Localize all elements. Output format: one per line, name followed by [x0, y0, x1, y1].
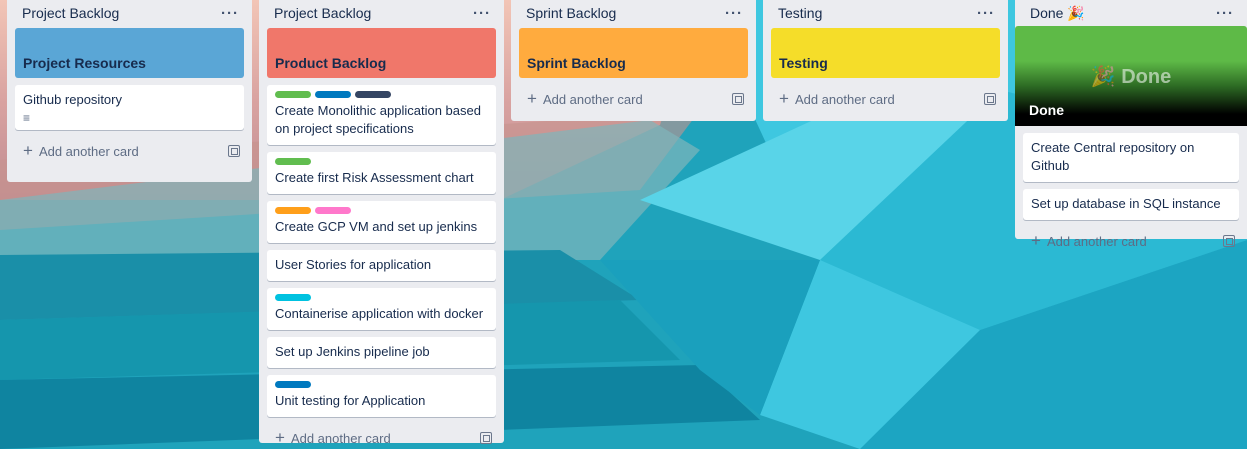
description-icon: ≡ — [23, 111, 31, 125]
card-create-monolithic-application[interactable]: Create Monolithic application based on p… — [267, 85, 496, 145]
card-title: Create first Risk Assessment chart — [275, 170, 474, 185]
card-title: Create Central repository on Github — [1031, 140, 1195, 173]
list-title[interactable]: Done 🎉 — [1030, 5, 1085, 22]
plus-icon: + — [23, 141, 33, 160]
add-card-label: Add another card — [542, 91, 643, 107]
list-menu-icon[interactable]: ··· — [977, 5, 998, 22]
add-card-row: + Add another card — [1023, 227, 1239, 255]
label-sky[interactable] — [275, 294, 311, 301]
add-card-label: Add another card — [1046, 233, 1147, 249]
label-blue[interactable] — [315, 91, 351, 98]
label-pink[interactable] — [315, 207, 351, 214]
list-menu-icon[interactable]: ··· — [473, 5, 494, 22]
list-project-backlog-2: Project Backlog ··· Product Backlog Crea… — [259, 0, 504, 446]
card-title: Testing — [779, 55, 828, 71]
add-card-button[interactable]: + Add another card — [275, 428, 391, 447]
label-blue[interactable] — [275, 381, 311, 388]
card-template-icon[interactable] — [984, 93, 996, 105]
card-title: Project Resources — [23, 55, 146, 71]
list-title[interactable]: Sprint Backlog — [526, 5, 616, 21]
card-product-backlog[interactable]: Product Backlog — [267, 28, 496, 78]
list-header: Done 🎉 ··· — [1023, 0, 1239, 28]
list-menu-icon[interactable]: ··· — [221, 5, 242, 22]
cover-image-text: 🎉 Done — [1090, 66, 1172, 88]
card-labels — [275, 294, 488, 301]
add-card-label: Add another card — [38, 143, 139, 159]
add-card-label: Add another card — [290, 430, 391, 446]
list-header: Project Backlog ··· — [15, 0, 244, 28]
card-title: Create GCP VM and set up jenkins — [275, 219, 478, 234]
card-labels — [275, 158, 488, 165]
label-orange[interactable] — [275, 207, 311, 214]
plus-icon: + — [527, 89, 537, 108]
add-card-button[interactable]: + Add another card — [23, 141, 139, 160]
add-card-row: + Add another card — [771, 85, 1000, 113]
card-title: Set up Jenkins pipeline job — [275, 344, 430, 359]
plus-icon: + — [275, 428, 285, 447]
board: Project Backlog ··· Project Resources Gi… — [0, 0, 1247, 449]
list-title[interactable]: Project Backlog — [274, 5, 371, 21]
list-done: Done 🎉 ··· 🎉 Done Done Create Central re… — [1015, 0, 1247, 249]
add-card-button[interactable]: + Add another card — [1031, 231, 1147, 250]
card-testing[interactable]: Testing — [771, 28, 1000, 78]
card-containerise-docker[interactable]: Containerise application with docker — [267, 288, 496, 330]
list-menu-icon[interactable]: ··· — [725, 5, 746, 22]
list-menu-icon[interactable]: ··· — [1216, 5, 1237, 22]
card-title: Product Backlog — [275, 55, 387, 71]
card-done-cover-image[interactable]: 🎉 Done Done — [1015, 26, 1247, 126]
card-template-icon[interactable] — [228, 145, 240, 157]
card-sql-database[interactable]: Set up database in SQL instance — [1023, 189, 1239, 220]
label-green[interactable] — [275, 91, 311, 98]
card-template-icon[interactable] — [732, 93, 744, 105]
list-header: Testing ··· — [771, 0, 1000, 28]
add-card-button[interactable]: + Add another card — [527, 89, 643, 108]
add-card-row: + Add another card — [15, 137, 244, 165]
card-title: Unit testing for Application — [275, 393, 426, 408]
list-title[interactable]: Project Backlog — [22, 5, 119, 21]
list-header: Project Backlog ··· — [267, 0, 496, 28]
card-title: Containerise application with docker — [275, 306, 484, 321]
card-title: User Stories for application — [275, 257, 432, 272]
card-gcp-vm-jenkins[interactable]: Create GCP VM and set up jenkins — [267, 201, 496, 243]
card-labels — [275, 381, 488, 388]
card-jenkins-pipeline[interactable]: Set up Jenkins pipeline job — [267, 337, 496, 368]
card-title: Github repository — [23, 92, 122, 107]
card-labels — [275, 207, 488, 214]
add-card-row: + Add another card — [267, 424, 496, 449]
card-risk-assessment-chart[interactable]: Create first Risk Assessment chart — [267, 152, 496, 194]
card-github-repository[interactable]: Github repository ≡ — [15, 85, 244, 130]
plus-icon: + — [779, 89, 789, 108]
list-sprint-backlog: Sprint Backlog ··· Sprint Backlog + Add … — [511, 0, 756, 121]
add-card-row: + Add another card — [519, 85, 748, 113]
card-central-repository[interactable]: Create Central repository on Github — [1023, 133, 1239, 182]
card-title: Set up database in SQL instance — [1031, 196, 1221, 211]
card-unit-testing[interactable]: Unit testing for Application — [267, 375, 496, 417]
card-title: Done — [1029, 102, 1064, 118]
card-sprint-backlog[interactable]: Sprint Backlog — [519, 28, 748, 78]
card-user-stories[interactable]: User Stories for application — [267, 250, 496, 281]
plus-icon: + — [1031, 231, 1041, 250]
label-black[interactable] — [355, 91, 391, 98]
card-title: Create Monolithic application based on p… — [275, 103, 481, 136]
label-green[interactable] — [275, 158, 311, 165]
list-project-backlog-1: Project Backlog ··· Project Resources Gi… — [7, 0, 252, 182]
add-card-label: Add another card — [794, 91, 895, 107]
list-testing: Testing ··· Testing + Add another card — [763, 0, 1008, 121]
card-project-resources[interactable]: Project Resources — [15, 28, 244, 78]
card-title: Sprint Backlog — [527, 55, 626, 71]
card-template-icon[interactable] — [1223, 235, 1235, 247]
card-template-icon[interactable] — [480, 432, 492, 444]
card-labels — [275, 91, 488, 98]
add-card-button[interactable]: + Add another card — [779, 89, 895, 108]
list-title[interactable]: Testing — [778, 5, 822, 21]
list-header: Sprint Backlog ··· — [519, 0, 748, 28]
